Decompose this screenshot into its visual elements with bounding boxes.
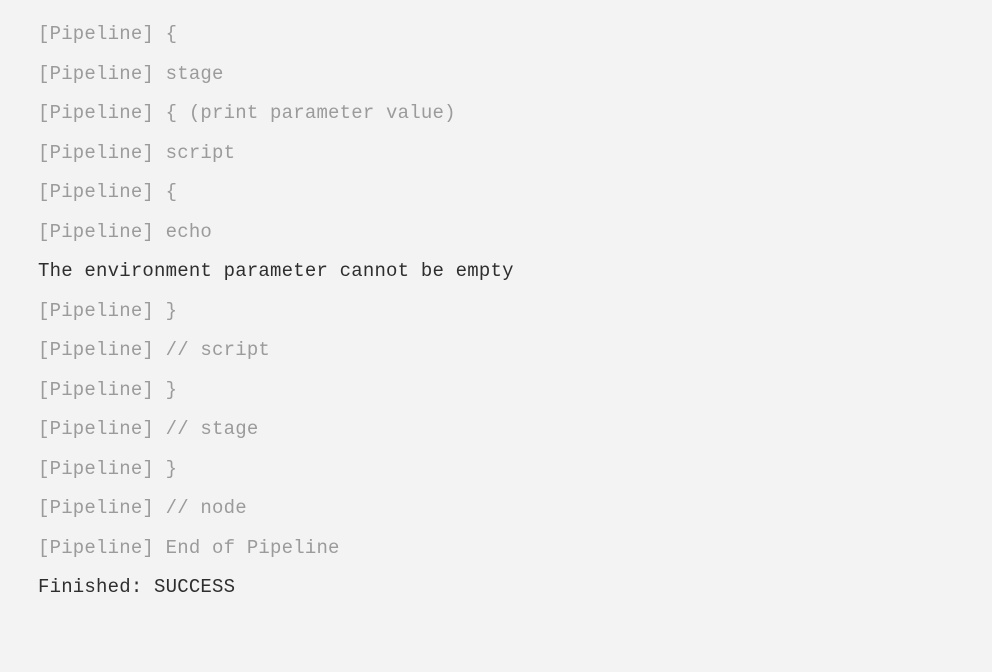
log-line: [Pipeline] { xyxy=(38,178,982,207)
log-line: [Pipeline] } xyxy=(38,376,982,405)
log-line: [Pipeline] } xyxy=(38,297,982,326)
log-line: [Pipeline] // node xyxy=(38,494,982,523)
log-line: [Pipeline] // stage xyxy=(38,415,982,444)
log-line: Finished: SUCCESS xyxy=(38,573,982,602)
log-line: [Pipeline] echo xyxy=(38,218,982,247)
log-line: [Pipeline] { (print parameter value) xyxy=(38,99,982,128)
log-line: [Pipeline] { xyxy=(38,20,982,49)
log-line: [Pipeline] stage xyxy=(38,60,982,89)
log-line: [Pipeline] // script xyxy=(38,336,982,365)
console-output: [Pipeline] { [Pipeline] stage [Pipeline]… xyxy=(38,20,982,602)
log-line: [Pipeline] End of Pipeline xyxy=(38,534,982,563)
log-line: [Pipeline] } xyxy=(38,455,982,484)
log-line: The environment parameter cannot be empt… xyxy=(38,257,982,286)
log-line: [Pipeline] script xyxy=(38,139,982,168)
